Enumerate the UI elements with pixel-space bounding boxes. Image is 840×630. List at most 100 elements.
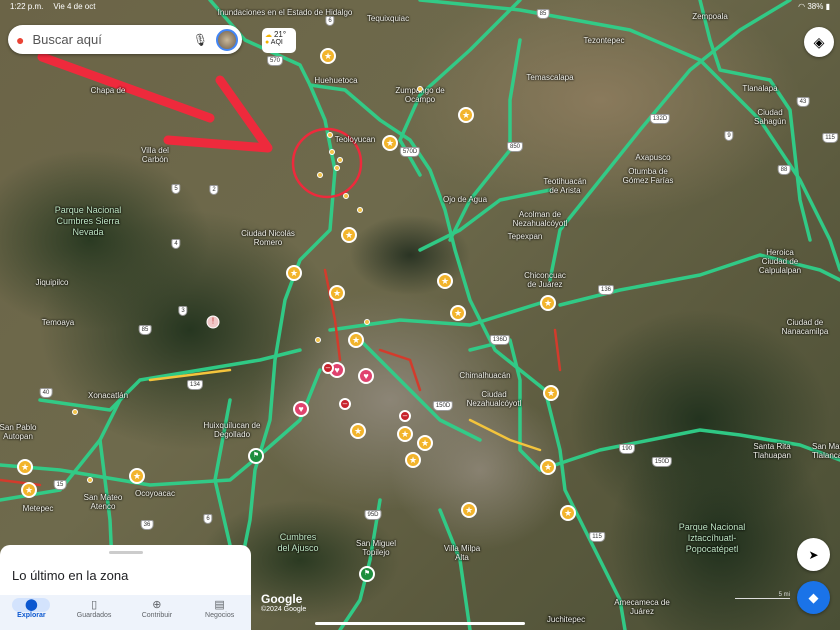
place-label: San Matías Tlalancaleca	[812, 442, 840, 460]
road	[328, 298, 552, 332]
highway-shield: 850	[506, 142, 524, 152]
poi-dot[interactable]	[334, 165, 340, 171]
road-closed-icon[interactable]: –	[322, 362, 334, 374]
place-label: Chapa de	[90, 86, 126, 95]
aqi-label: AQI	[270, 39, 283, 46]
park-label: Parque Nacional Iztaccíhuatl-Popocatépet…	[678, 522, 746, 554]
star-pin[interactable]: ★	[382, 135, 398, 151]
place-label: Ojo de Agua	[442, 195, 488, 204]
road	[418, 0, 840, 272]
star-pin[interactable]: ★	[397, 426, 413, 442]
road-closed-icon[interactable]: –	[339, 398, 351, 410]
flag-pin[interactable]: ⚑	[359, 566, 375, 582]
scale-bar: 5 mi	[735, 592, 790, 599]
star-pin[interactable]: ★	[341, 227, 357, 243]
heart-pin[interactable]: ♥	[358, 368, 374, 384]
star-pin[interactable]: ★	[286, 265, 302, 281]
poi-dot[interactable]	[329, 149, 335, 155]
battery-icon: ▮	[823, 2, 830, 11]
place-label: Tlanalapa	[742, 84, 778, 93]
star-pin[interactable]: ★	[450, 305, 466, 321]
poi-dot[interactable]	[357, 207, 363, 213]
star-pin[interactable]: ★	[560, 505, 576, 521]
wifi-icon: ◠	[798, 2, 808, 11]
flag-pin[interactable]: ⚑	[248, 448, 264, 464]
star-pin[interactable]: ★	[329, 285, 345, 301]
highway-shield: 95D	[364, 510, 382, 520]
star-pin[interactable]: ★	[437, 273, 453, 289]
star-pin[interactable]: ★	[350, 423, 366, 439]
tab-guardados[interactable]: ▯ Guardados	[63, 595, 126, 630]
star-pin[interactable]: ★	[461, 502, 477, 518]
star-pin[interactable]: ★	[543, 385, 559, 401]
poi-dot[interactable]	[72, 409, 78, 415]
search-input[interactable]: Buscar aquí	[32, 32, 192, 47]
home-indicator[interactable]	[315, 622, 525, 625]
place-label: Chiconcuac de Juárez	[524, 271, 566, 289]
highway-shield: 85	[138, 325, 152, 335]
poi-dot[interactable]	[327, 132, 333, 138]
place-label: Axapusco	[635, 153, 671, 162]
highway-shield: 132D	[649, 114, 671, 124]
star-pin[interactable]: ★	[348, 332, 364, 348]
heart-pin[interactable]: ♥	[293, 401, 309, 417]
bottom-sheet[interactable]: Lo último en la zona ⬤ Explorar ▯ Guardado…	[0, 545, 251, 630]
place-label: Otumba de Gómez Farías	[622, 167, 674, 185]
highway-shield: 570	[266, 56, 284, 66]
place-label: Jiquipilco	[35, 278, 69, 287]
star-pin[interactable]: ★	[458, 107, 474, 123]
place-label: Heroica Ciudad de Calpulalpan	[758, 248, 802, 275]
highway-shield: 570D	[399, 147, 421, 157]
highway-shield: 190	[618, 444, 636, 454]
directions-button[interactable]: ◆	[797, 581, 830, 614]
highway-shield: 15	[53, 480, 67, 490]
place-label: Xonacatlán	[87, 391, 129, 400]
star-pin[interactable]: ★	[540, 459, 556, 475]
traffic-segment	[323, 268, 342, 362]
poi-dot[interactable]	[343, 193, 349, 199]
annotation-arrow	[37, 52, 273, 153]
place-label: Ciudad de Nanacamilpa	[781, 318, 829, 336]
tab-label: Guardados	[76, 612, 112, 619]
poi-dot[interactable]	[87, 477, 93, 483]
poi-dot[interactable]	[337, 157, 343, 163]
place-label: Ocoyoacac	[134, 489, 176, 498]
microphone-icon[interactable]: 🎙	[193, 33, 208, 47]
poi-dot[interactable]	[364, 319, 370, 325]
place-label: Teotihuacán de Arista	[543, 177, 587, 195]
highway-shield: 150D	[432, 401, 454, 411]
star-pin[interactable]: ★	[129, 468, 145, 484]
star-pin[interactable]: ★	[17, 459, 33, 475]
account-avatar[interactable]	[216, 28, 238, 51]
tab-explorar[interactable]: ⬤ Explorar	[0, 595, 63, 630]
poi-dot[interactable]	[417, 86, 423, 92]
place-label: Cumbres del Ajusco	[277, 532, 319, 553]
star-pin[interactable]: ★	[540, 295, 556, 311]
drag-handle[interactable]	[109, 551, 143, 554]
poi-dot[interactable]	[315, 337, 321, 343]
search-bar[interactable]: ● Buscar aquí 🎙	[8, 25, 242, 54]
navigation-arrow-icon: ➤	[808, 547, 819, 562]
alert-icon[interactable]: !	[206, 315, 220, 329]
layers-button[interactable]: ◈	[804, 27, 834, 57]
weather-chip[interactable]: ☁ 21° ● AQI	[262, 28, 296, 53]
star-pin[interactable]: ★	[320, 48, 336, 64]
road-closed-icon[interactable]: –	[399, 410, 411, 422]
poi-dot[interactable]	[317, 172, 323, 178]
place-label: Villa Milpa Alta	[443, 544, 481, 562]
place-label: San Miguel Topilejo	[355, 539, 397, 557]
highway-shield: 136D	[489, 335, 511, 345]
satellite-map[interactable]: Inundaciones en el Estado de Hidalgo Teq…	[0, 0, 840, 630]
tab-contribuir[interactable]: ⊕ Contribuir	[126, 595, 189, 630]
star-pin[interactable]: ★	[405, 452, 421, 468]
place-label: Chimalhuacán	[459, 371, 511, 380]
highway-shield: 115	[822, 133, 838, 143]
star-pin[interactable]: ★	[21, 482, 37, 498]
place-label: Temascalapa	[526, 73, 574, 82]
star-pin[interactable]: ★	[417, 435, 433, 451]
tab-negocios[interactable]: ▤ Negocios	[188, 595, 251, 630]
battery-level: 38%	[807, 2, 824, 11]
highway-shield: 115	[589, 532, 605, 542]
my-location-button[interactable]: ➤	[797, 538, 830, 571]
highway-shield: 43	[796, 97, 810, 107]
